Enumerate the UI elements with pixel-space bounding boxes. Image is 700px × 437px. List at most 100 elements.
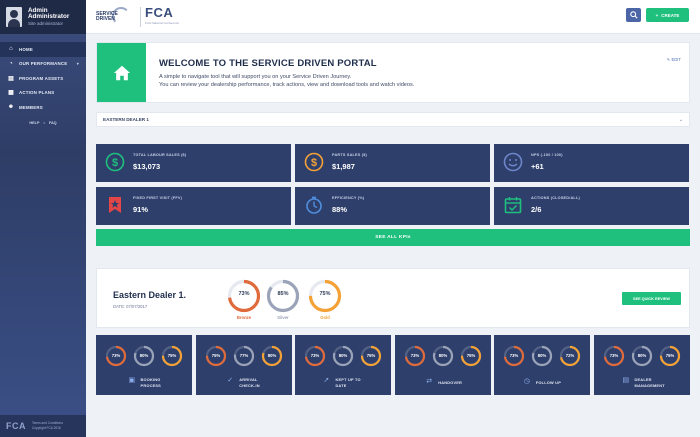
process-ring: 73% [304,345,326,367]
edit-icon: ✎ [666,57,671,62]
dollar-orange-icon: $ [304,152,324,172]
process-label-line1: ARRIVAL [239,377,258,382]
process-label-line1: FOLLOW UP [535,380,561,385]
process-ring: 75% [460,345,482,367]
members-icon: ☻ [7,104,15,111]
follow-up-icon: ◷ [523,378,530,385]
copyright-text: Copyright FCA 2016 [32,426,61,430]
process-label-line1: BOOKING [140,377,161,382]
medal-label: Silver [277,315,289,320]
sidebar-item-home[interactable]: ⌂ HOME [0,42,86,57]
create-button[interactable]: + CREATE [646,8,689,22]
see-all-kpis-button[interactable]: SEE ALL KPIs [96,229,690,246]
medal-gold: 75% Gold [308,279,342,320]
process-ring: 73% [105,345,127,367]
process-ring: 75% [205,345,227,367]
dealer-date: DATE: 07/07/2017 [113,304,148,309]
process-label-line2: MANAGEMENT [634,382,665,388]
user-profile[interactable]: Admin Administrator Site administrator [0,0,86,34]
process-ring: 73% [503,345,525,367]
ring-percent: 73% [509,353,519,358]
sidebar-item-program-assets[interactable]: ▤ PROGRAM ASSETS [0,71,86,86]
ring-percent: 80% [438,353,448,358]
search-button[interactable] [626,8,641,22]
welcome-title: WELCOME TO THE SERVICE DRIVEN PORTAL [159,58,377,69]
ring-percent: 72% [565,353,575,358]
kpi-value: 2/6 [531,205,542,214]
welcome-description-line2: You can review your dealership performan… [159,82,415,88]
fca-logo: FCA FCA National Conference [145,6,179,25]
fca-subtitle: FCA National Conference [145,21,180,25]
home-icon [113,65,130,80]
avatar [6,7,22,27]
kpi-label: EFFICIENCY (%) [332,196,365,200]
process-label: ARRIVAL CHECK-IN [239,377,260,388]
pointer-icon: ➚ [323,377,330,384]
process-ring: 75% [659,345,681,367]
process-card-dealer[interactable]: 73% 80% 75% ▤ DEALER MANAGEMENT [594,335,690,395]
medal-bronze: 73% Bronze [227,279,261,320]
sidebar: Admin Administrator Site administrator ⌂… [0,0,86,437]
dealer-select[interactable]: EASTERN DEALER 1 ⌄ [96,112,690,127]
process-ring: 80% [332,345,354,367]
process-card-booking[interactable]: 73% 80% 75% ▣ BOOKING PROCESS [96,335,192,395]
faq-link[interactable]: FAQ [49,121,57,125]
sidebar-item-label: ACTION PLANS [19,90,55,96]
sidebar-footer: FCA Terms and Conditions Copyright FCA 2… [0,415,86,437]
plus-icon: + [655,12,659,18]
ring-percent: 80% [267,353,277,358]
home-icon: ⌂ [9,46,13,53]
profile-text: Admin Administrator Site administrator [28,7,70,27]
ring-percent: 80% [139,353,149,358]
kpi-card-fixed-first-visit[interactable]: FIXED FIRST VISIT (FFV) 91% [96,187,291,225]
process-card-arrival[interactable]: 75% 77% 80% ✓ ARRIVAL CHECK-IN [196,335,292,395]
kpi-value: 88% [332,205,348,214]
kpi-card-nps[interactable]: NPS (-100 / 100) +61 [494,144,689,182]
ring-percent: 77% [239,353,249,358]
ring-percent: 75% [366,353,376,358]
kpi-card-total-labour-sales[interactable]: $ TOTAL LABOUR SALES ($) $13,073 [96,144,291,182]
process-ring: 80% [531,345,553,367]
kpi-card-actions[interactable]: ACTIONS (CLOSED/ALL) 2/6 [494,187,689,225]
top-bar: SERVICE DRIVEN FCA FCA National Conferen… [86,0,700,34]
booking-icon: ▣ [128,377,136,384]
process-label: DEALER MANAGEMENT [635,377,665,388]
welcome-description-line1: A simple to navigate tool that will supp… [159,74,352,80]
process-ring: 80% [432,345,454,367]
process-ring: 75% [360,345,382,367]
svg-text:$: $ [311,157,317,169]
search-icon [629,11,638,19]
medal-percent: 85% [277,291,289,297]
kpi-label: FIXED FIRST VISIT (FFV) [133,196,183,200]
ring-percent: 80% [537,353,547,358]
bookmark-star-icon [109,197,121,213]
welcome-icon-box [97,43,146,102]
process-label: HANDOVER [438,380,462,386]
dealer-select-value: EASTERN DEALER 1 [103,117,149,122]
ring-percent: 80% [637,353,647,358]
sidebar-item-action-plans[interactable]: ▦ ACTION PLANS [0,86,86,101]
sidebar-item-our-performance[interactable]: ◔ OUR PERFORMANCE ▾ [0,57,86,72]
checkin-icon: ✓ [227,377,234,384]
process-card-follow-up[interactable]: 73% 80% 72% ◷ FOLLOW UP [494,335,590,395]
kpi-card-efficiency[interactable]: EFFICIENCY (%) 88% [295,187,490,225]
welcome-panel: WELCOME TO THE SERVICE DRIVEN PORTAL A s… [96,42,690,103]
chevron-down-icon: ▾ [76,61,79,67]
dealer-name: Eastern Dealer 1. [113,290,187,300]
user-name-line2: Administrator [28,13,70,21]
sidebar-item-members[interactable]: ☻ MEMBERS [0,100,86,115]
see-quick-review-button[interactable]: SEE QUICK REVIEW [622,292,681,305]
help-link[interactable]: HELP [29,121,39,125]
medal-label: Gold [320,315,330,320]
process-card-handover[interactable]: 73% 80% 75% ⇄ HANDOVER [395,335,491,395]
performance-icon: ◔ [9,60,13,67]
sidebar-item-label: MEMBERS [19,104,43,110]
process-label: BOOKING PROCESS [141,377,161,388]
dealer-management-icon: ▤ [622,377,630,384]
process-card-kept-up-to[interactable]: 73% 80% 75% ➚ KEPT UP TO DATE [295,335,391,395]
help-separator: • [43,120,45,125]
service-driven-logo[interactable]: SERVICE DRIVEN [96,7,136,27]
kpi-card-parts-sales[interactable]: $ PARTS SALES ($) $1,987 [295,144,490,182]
medal-percent: 75% [319,291,331,297]
edit-link[interactable]: ✎ EDIT [667,57,681,62]
